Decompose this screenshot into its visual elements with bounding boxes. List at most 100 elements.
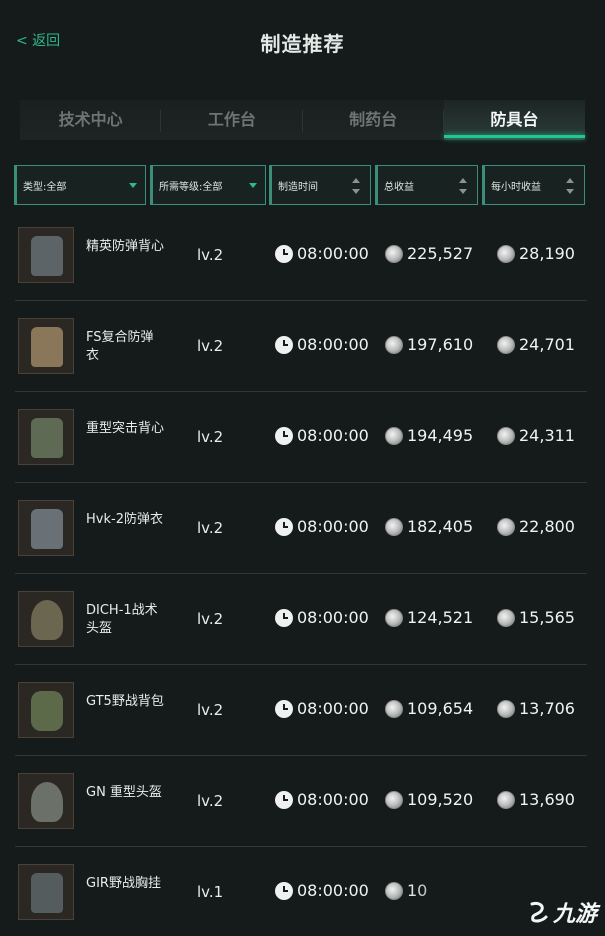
craft-time-value: 08:00:00	[297, 335, 369, 354]
top-bar: < 返回 制造推荐	[0, 0, 605, 82]
item-thumbnail	[18, 864, 74, 920]
item-thumbnail	[18, 318, 74, 374]
total-profit-value: 109,520	[407, 790, 474, 809]
list-item[interactable]: 精英防弹背心 lv.2 08:00:00 225,527 28,190	[15, 210, 587, 301]
hourly-profit-value: 13,690	[519, 790, 575, 809]
craft-time-value: 08:00:00	[297, 699, 369, 718]
item-name: GN 重型头盔	[86, 785, 162, 800]
list-item[interactable]: GN 重型头盔 lv.2 08:00:00 109,520 13,690	[15, 756, 587, 847]
craft-time: 08:00:00	[275, 699, 369, 718]
coin-icon	[385, 608, 403, 627]
filter-label: 所需等级:全部	[159, 181, 223, 193]
type-filter-dropdown[interactable]: 类型:全部	[14, 165, 146, 205]
tab-tech-center[interactable]: 技术中心	[20, 100, 162, 140]
vest-icon	[31, 236, 63, 276]
helmet-icon	[31, 782, 63, 822]
coin-icon	[385, 335, 403, 354]
item-name: DICH-1战术头盔	[86, 603, 158, 636]
coin-icon	[385, 699, 403, 718]
vest-icon	[31, 327, 63, 367]
hourly-profit-value: 15,565	[519, 608, 575, 627]
total-profit-value: 109,654	[407, 699, 474, 718]
list-item[interactable]: DICH-1战术头盔 lv.2 08:00:00 124,521 15,565	[15, 574, 587, 665]
hourly-profit: 24,311	[497, 426, 575, 445]
sort-total-button[interactable]: 总收益	[375, 165, 478, 205]
item-thumbnail	[18, 227, 74, 283]
coin-icon	[385, 790, 403, 809]
filter-accent	[15, 166, 17, 204]
total-profit-value: 182,405	[407, 517, 474, 536]
hourly-profit-value: 24,701	[519, 335, 575, 354]
craft-time: 08:00:00	[275, 790, 369, 809]
hourly-profit: 13,690	[497, 790, 575, 809]
clock-icon	[275, 699, 293, 718]
hourly-profit-value: 28,190	[519, 244, 575, 263]
coin-icon	[497, 517, 515, 536]
sort-hourly-button[interactable]: 每小时收益	[482, 165, 585, 205]
craft-time-value: 08:00:00	[297, 790, 369, 809]
filter-label: 总收益	[384, 181, 414, 193]
list-item[interactable]: GT5野战背包 lv.2 08:00:00 109,654 13,706	[15, 665, 587, 756]
sort-icon	[352, 178, 360, 194]
tab-label: 工作台	[207, 110, 256, 129]
category-tabs: 技术中心 工作台 制药台 防具台	[20, 100, 586, 140]
total-profit: 197,610	[385, 335, 473, 354]
total-profit-value: 124,521	[407, 608, 474, 627]
tab-workbench[interactable]: 工作台	[161, 100, 303, 140]
hourly-profit-value: 24,311	[519, 426, 575, 445]
item-level: lv.2	[197, 519, 224, 537]
tab-pharmacy[interactable]: 制药台	[303, 100, 444, 140]
item-level: lv.2	[197, 792, 224, 810]
tab-armor-bench[interactable]: 防具台	[443, 100, 586, 140]
coin-icon	[497, 244, 515, 263]
vest-icon	[31, 873, 63, 913]
filter-label: 制造时间	[278, 181, 318, 193]
item-level: lv.1	[197, 883, 224, 901]
total-profit: 109,520	[385, 790, 473, 809]
filter-accent	[376, 166, 378, 204]
item-name: 重型突击背心	[86, 421, 165, 436]
hourly-profit: 13,706	[497, 699, 575, 718]
list-item[interactable]: FS复合防弹衣 lv.2 08:00:00 197,610 24,701	[15, 301, 587, 392]
sort-icon	[566, 178, 574, 194]
hourly-profit: 15,565	[497, 608, 575, 627]
list-item[interactable]: Hvk-2防弹衣 lv.2 08:00:00 182,405 22,800	[15, 483, 587, 574]
level-filter-dropdown[interactable]: 所需等级:全部	[150, 165, 266, 205]
item-name: GT5野战背包	[86, 694, 164, 709]
clock-icon	[275, 426, 293, 445]
craft-time-value: 08:00:00	[297, 517, 369, 536]
page-title: 制造推荐	[260, 32, 345, 56]
filter-label: 类型:全部	[23, 181, 67, 193]
watermark-text: 九游	[552, 902, 597, 927]
filter-accent	[270, 166, 272, 204]
clock-icon	[275, 608, 293, 627]
craft-time: 08:00:00	[275, 517, 369, 536]
clock-icon	[275, 335, 293, 354]
helmet-icon	[31, 600, 63, 640]
craft-time-value: 08:00:00	[297, 881, 369, 900]
coin-icon	[497, 699, 515, 718]
list-item[interactable]: 重型突击背心 lv.2 08:00:00 194,495 24,311	[15, 392, 587, 483]
total-profit: 194,495	[385, 426, 473, 445]
backpack-icon	[31, 691, 63, 731]
item-thumbnail	[18, 409, 74, 465]
craft-time-value: 08:00:00	[297, 244, 369, 263]
item-name: Hvk-2防弹衣	[86, 512, 163, 527]
filter-accent	[151, 166, 153, 204]
item-name: FS复合防弹衣	[86, 330, 154, 363]
watermark-logo: 九游	[527, 896, 597, 928]
craft-time: 08:00:00	[275, 881, 369, 900]
sort-time-button[interactable]: 制造时间	[269, 165, 371, 205]
craft-time: 08:00:00	[275, 426, 369, 445]
craft-time: 08:00:00	[275, 244, 369, 263]
item-thumbnail	[18, 500, 74, 556]
chevron-down-icon	[249, 183, 257, 188]
coin-icon	[497, 426, 515, 445]
tab-label: 防具台	[490, 110, 539, 129]
item-list: 精英防弹背心 lv.2 08:00:00 225,527 28,190 FS复合…	[15, 210, 587, 936]
total-profit: 124,521	[385, 608, 473, 627]
total-profit: 109,654	[385, 699, 473, 718]
clock-icon	[275, 790, 293, 809]
coin-icon	[497, 608, 515, 627]
item-level: lv.2	[197, 337, 224, 355]
